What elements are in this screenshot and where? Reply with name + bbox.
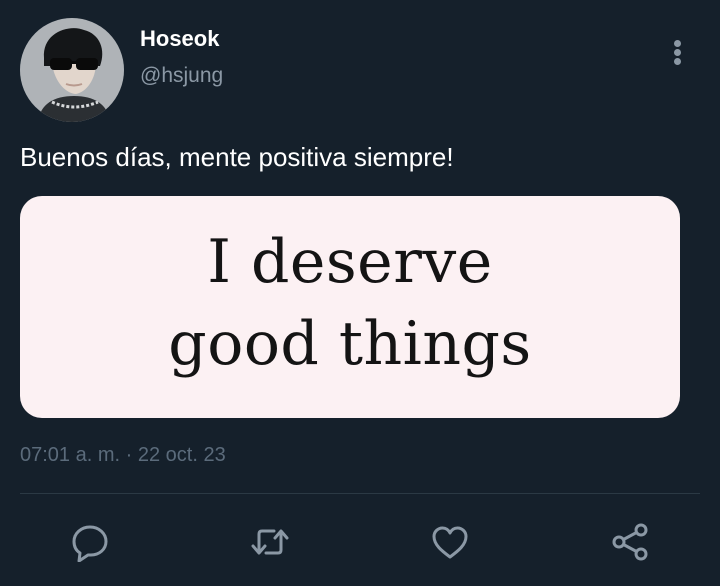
display-name[interactable]: Hoseok xyxy=(140,26,219,52)
more-dot-icon xyxy=(674,40,681,47)
like-icon xyxy=(432,526,468,559)
media-caption: I deserve good things xyxy=(168,221,531,385)
share-button[interactable] xyxy=(610,522,650,562)
tweet-date: 22 oct. 23 xyxy=(137,444,226,466)
tweet-text: Buenos días, mente positiva siempre! xyxy=(20,142,454,172)
retweet-button[interactable] xyxy=(250,522,290,562)
more-options-button[interactable] xyxy=(662,36,694,70)
timestamp-separator: · xyxy=(125,444,133,466)
more-dot-icon xyxy=(674,49,681,56)
retweet-icon xyxy=(251,529,289,555)
profile-photo xyxy=(20,18,124,122)
tweet-timestamp[interactable]: 07:01 a. m. · 22 oct. 23 xyxy=(20,442,226,468)
tweet-time: 07:01 a. m. xyxy=(20,444,121,466)
media-line-2: good things xyxy=(168,309,532,379)
avatar[interactable] xyxy=(20,18,124,122)
media-line-1: I deserve xyxy=(207,227,493,297)
tweet-detail: Hoseok @hsjung Buenos días, mente positi… xyxy=(0,0,720,586)
tweet-media-image[interactable]: I deserve good things xyxy=(20,196,680,418)
like-button[interactable] xyxy=(430,522,470,562)
reply-icon xyxy=(72,525,108,562)
divider xyxy=(20,493,700,494)
reply-button[interactable] xyxy=(70,522,110,562)
user-handle[interactable]: @hsjung xyxy=(140,63,223,89)
share-icon xyxy=(612,523,648,561)
more-dot-icon xyxy=(674,58,681,65)
